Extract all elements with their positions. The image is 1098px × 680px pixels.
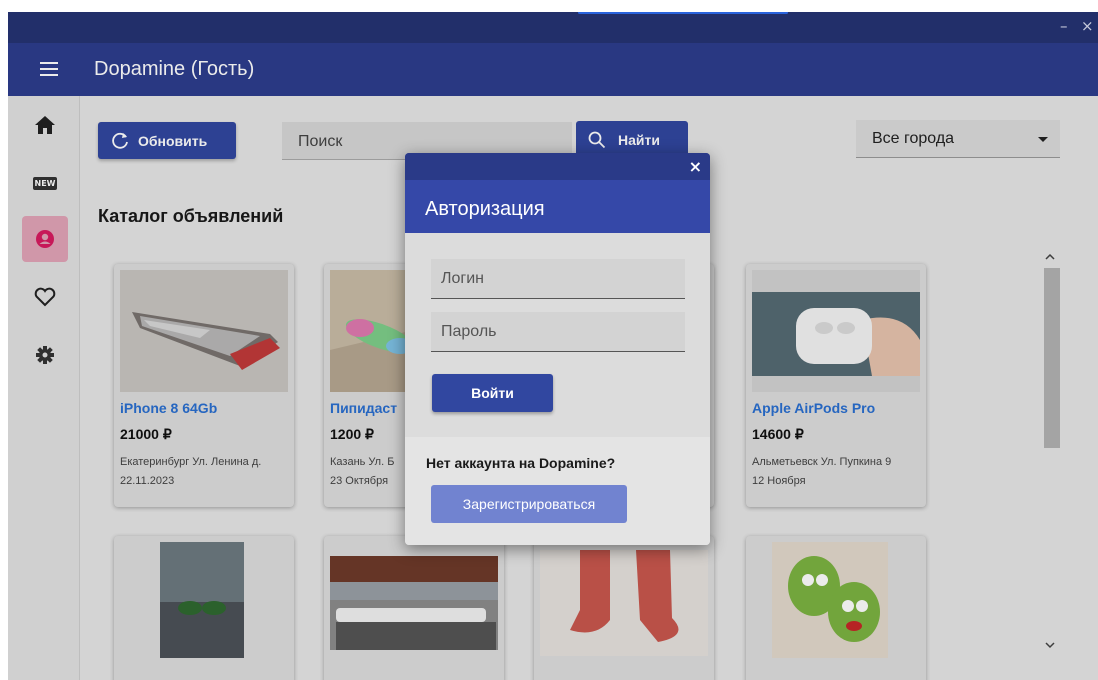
dialog-header-strip [405,153,710,180]
login-field[interactable]: Логин [431,259,685,299]
auth-dialog: × Авторизация Логин Пароль Войти Нет акк… [405,153,710,545]
no-account-text: Нет аккаунта на Dopamine? [426,455,616,471]
login-button[interactable]: Войти [432,374,553,412]
password-field[interactable]: Пароль [431,312,685,352]
close-icon[interactable]: × [689,157,702,176]
dialog-title: Авторизация [425,198,545,220]
register-button[interactable]: Зарегистрироваться [431,485,627,523]
app-window: – × Dopamine (Гость) NEW Обновить Поиск … [8,12,1098,680]
